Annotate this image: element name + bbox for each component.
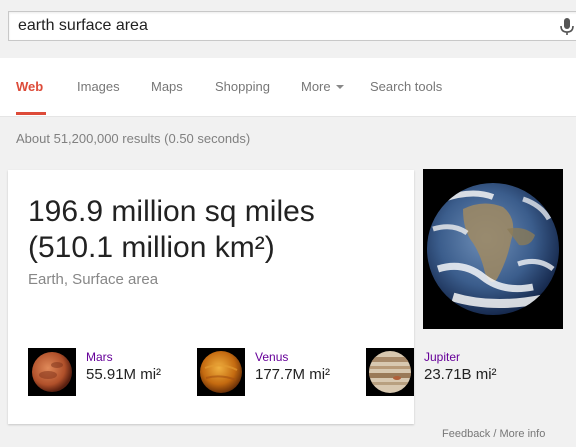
feedback-link[interactable]: Feedback / More info [442, 428, 545, 440]
tab-more-label: More [301, 79, 331, 94]
related-value: 177.7M mi² [255, 366, 331, 383]
earth-image[interactable] [423, 169, 563, 329]
results-stats: About 51,200,000 results (0.50 seconds) [16, 131, 251, 146]
related-name[interactable]: Jupiter [424, 350, 460, 364]
tab-shopping[interactable]: Shopping [215, 79, 270, 94]
tab-web[interactable]: Web [16, 79, 43, 94]
related-value: 23.71B mi² [424, 366, 497, 383]
related-value: 55.91M mi² [86, 366, 162, 383]
caret-down-icon [335, 84, 344, 89]
active-tab-indicator [16, 112, 46, 115]
search-input[interactable] [9, 12, 549, 40]
tab-search-tools[interactable]: Search tools [370, 79, 442, 94]
jupiter-thumbnail [366, 348, 414, 396]
answer-secondary: (510.1 million km²) [28, 231, 275, 264]
search-header [0, 0, 576, 58]
tab-images[interactable]: Images [77, 79, 120, 94]
answer-value: 196.9 million sq miles (510.1 million km… [28, 194, 315, 266]
related-name[interactable]: Venus [255, 350, 288, 364]
tab-more[interactable]: More [301, 79, 344, 94]
related-name[interactable]: Mars [86, 350, 113, 364]
venus-thumbnail [197, 348, 245, 396]
answer-subject: Earth, Surface area [28, 271, 159, 288]
answer-card: 196.9 million sq miles (510.1 million km… [8, 170, 497, 424]
search-box[interactable] [8, 11, 576, 41]
search-tabs: Web Images Maps Shopping More Search too… [0, 58, 576, 117]
tab-maps[interactable]: Maps [151, 79, 183, 94]
mars-thumbnail [28, 348, 76, 396]
answer-primary: 196.9 million sq miles [28, 195, 315, 228]
microphone-icon[interactable] [558, 17, 576, 37]
